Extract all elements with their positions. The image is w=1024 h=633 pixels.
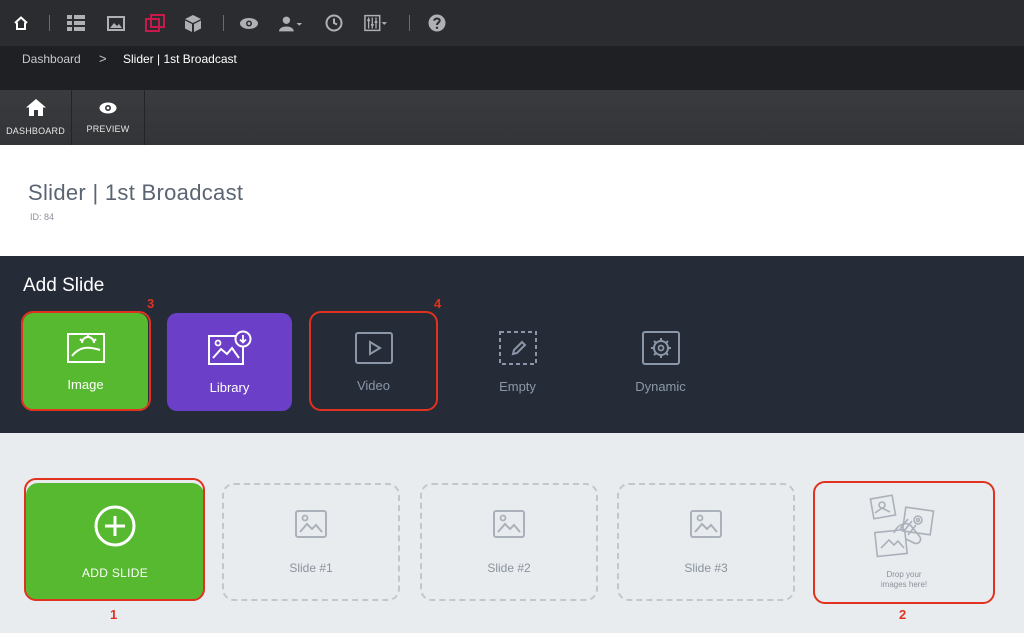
dashboard-button[interactable]: DASHBOARD: [0, 90, 72, 145]
toolbar-divider: [223, 15, 224, 31]
library-icon: [207, 330, 252, 371]
breadcrumb-chevron-icon: >: [99, 51, 107, 66]
library-slide-label: Library: [209, 379, 250, 395]
slide-label: Slide #2: [487, 560, 531, 575]
image-slide-button[interactable]: Image: [23, 313, 148, 411]
dynamic-slide-button[interactable]: Dynamic: [598, 313, 723, 411]
preview-button-label: PREVIEW: [86, 124, 130, 134]
annotation-number: 4: [434, 296, 442, 311]
slide-thumbnail[interactable]: Slide #3: [617, 483, 795, 601]
image-placeholder-icon: [295, 509, 327, 543]
page-title: Slider | 1st Broadcast: [28, 180, 244, 205]
home-icon[interactable]: [9, 11, 33, 35]
breadcrumb-current: Slider | 1st Broadcast: [123, 52, 237, 66]
dashboard-button-label: DASHBOARD: [6, 126, 65, 136]
list-icon[interactable]: [64, 11, 88, 35]
drop-zone-text-line1: Drop your: [886, 569, 922, 579]
image-sun-icon: [66, 332, 105, 368]
image-icon[interactable]: [104, 11, 128, 35]
preview-button[interactable]: PREVIEW: [72, 90, 145, 145]
help-icon[interactable]: [425, 11, 449, 35]
empty-edit-icon: [498, 330, 537, 370]
video-slide-button[interactable]: Video: [311, 313, 436, 411]
dynamic-slide-label: Dynamic: [635, 378, 686, 394]
empty-slide-button[interactable]: Empty: [455, 313, 580, 411]
image-placeholder-icon: [690, 509, 722, 543]
gear-icon: [641, 330, 680, 370]
toolbar-divider: [49, 15, 50, 31]
cube-icon[interactable]: [181, 11, 205, 35]
breadcrumb-dashboard-link[interactable]: Dashboard: [22, 52, 81, 66]
slide-thumbnail[interactable]: Slide #2: [420, 483, 598, 601]
video-play-icon: [354, 331, 393, 369]
drop-zone-text: Drop your images here!: [881, 570, 927, 590]
add-slide-button[interactable]: ADD SLIDE: [26, 483, 204, 601]
sliders-dropdown-icon[interactable]: [364, 11, 388, 35]
eye-icon: [99, 101, 117, 119]
slide-thumbnail[interactable]: Slide #1: [222, 483, 400, 601]
eye-icon[interactable]: [237, 11, 261, 35]
slider-id-label: ID: 84: [30, 212, 55, 222]
home-icon: [25, 99, 46, 121]
slide-label: Slide #3: [684, 560, 728, 575]
clock-icon[interactable]: [322, 11, 346, 35]
image-slide-label: Image: [67, 376, 104, 392]
library-slide-button[interactable]: Library: [167, 313, 292, 411]
annotation-number: 1: [110, 607, 118, 622]
slide-label: Slide #1: [289, 560, 333, 575]
image-placeholder-icon: [493, 509, 525, 543]
annotation-number: 2: [899, 607, 907, 622]
image-drop-zone[interactable]: Drop your images here!: [815, 482, 993, 600]
add-slide-heading: Add Slide: [23, 275, 105, 296]
layers-icon[interactable]: [143, 11, 167, 35]
drop-images-illustration-icon: [864, 493, 944, 566]
drop-zone-text-line2: images here!: [880, 579, 928, 589]
add-slide-label: ADD SLIDE: [81, 565, 149, 580]
toolbar-divider: [409, 15, 410, 31]
user-dropdown-icon[interactable]: [279, 11, 303, 35]
annotation-number: 3: [147, 296, 155, 311]
sub-toolbar: [0, 90, 1024, 145]
plus-circle-icon: [94, 505, 136, 552]
empty-slide-label: Empty: [499, 378, 536, 394]
video-slide-label: Video: [356, 377, 390, 393]
